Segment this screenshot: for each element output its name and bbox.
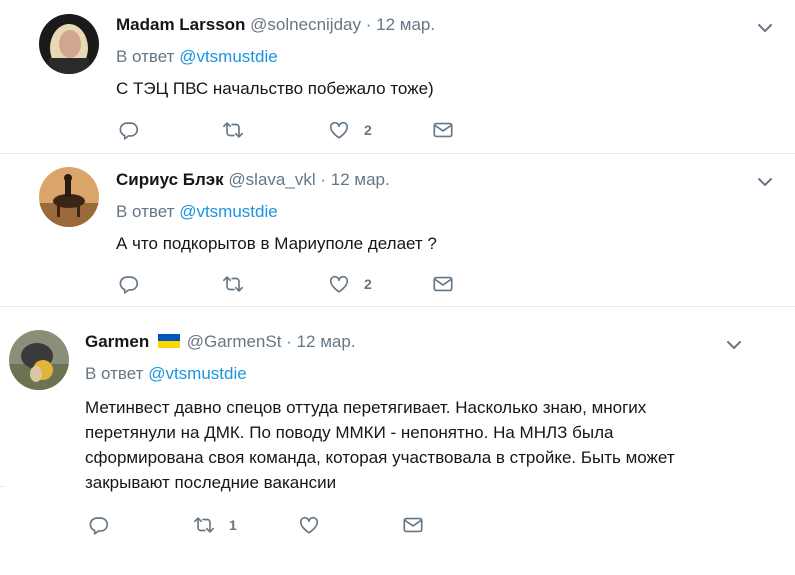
author-name[interactable]: Garmen bbox=[85, 332, 149, 351]
direct-message-button[interactable] bbox=[432, 272, 454, 296]
tweet-text-line: перетянули на ДМК. По поводу ММКИ - непо… bbox=[85, 423, 614, 442]
ukraine-flag-icon bbox=[157, 334, 180, 348]
chevron-down-icon[interactable] bbox=[724, 335, 744, 355]
author-handle[interactable]: @GarmenSt bbox=[187, 332, 282, 351]
heart-icon bbox=[328, 273, 350, 295]
retweet-icon bbox=[222, 273, 244, 295]
direct-message-button[interactable] bbox=[432, 118, 454, 142]
reply-icon bbox=[88, 514, 110, 536]
retweet-button[interactable] bbox=[222, 118, 258, 142]
reply-context: В ответ @vtsmustdie bbox=[85, 364, 247, 383]
envelope-icon bbox=[432, 273, 454, 295]
tweet-text: А что подкорытов в Мариуполе делает ? bbox=[116, 234, 437, 253]
author-name[interactable]: Сириус Блэк bbox=[116, 170, 224, 189]
tweet-text-line: закрывают последние вакансии bbox=[85, 473, 337, 492]
chevron-down-icon[interactable] bbox=[755, 18, 775, 38]
tweet-text: Метинвест давно спецов оттуда перетягива… bbox=[85, 395, 675, 495]
like-button[interactable]: 2 bbox=[328, 118, 372, 142]
avatar[interactable] bbox=[39, 14, 99, 74]
reply-icon bbox=[118, 273, 140, 295]
like-button[interactable] bbox=[298, 513, 334, 537]
retweet-button[interactable] bbox=[222, 272, 258, 296]
tweet-date[interactable]: 12 мар. bbox=[331, 170, 390, 189]
avatar[interactable] bbox=[9, 330, 69, 390]
tweet[interactable]: Garmen @GarmenSt · 12 мар. В ответ @vtsm… bbox=[0, 306, 795, 575]
retweet-count: 1 bbox=[229, 517, 237, 533]
heart-icon bbox=[298, 514, 320, 536]
reply-to-link[interactable]: @vtsmustdie bbox=[148, 364, 247, 383]
like-button[interactable]: 2 bbox=[328, 272, 372, 296]
tweet[interactable]: Madam Larsson @solnecnijday · 12 мар. В … bbox=[0, 0, 795, 153]
reply-button[interactable] bbox=[118, 272, 140, 296]
author-handle[interactable]: @solnecnijday bbox=[250, 15, 361, 34]
tweet-date[interactable]: 12 мар. bbox=[376, 15, 435, 34]
retweet-icon bbox=[222, 119, 244, 141]
reply-button[interactable] bbox=[88, 513, 110, 537]
like-count: 2 bbox=[364, 122, 372, 138]
retweet-icon bbox=[193, 514, 215, 536]
direct-message-button[interactable] bbox=[402, 513, 424, 537]
like-count: 2 bbox=[364, 276, 372, 292]
envelope-icon bbox=[432, 119, 454, 141]
author-name[interactable]: Madam Larsson bbox=[116, 15, 245, 34]
avatar[interactable] bbox=[39, 167, 99, 227]
reply-to-link[interactable]: @vtsmustdie bbox=[179, 47, 278, 66]
reply-icon bbox=[118, 119, 140, 141]
heart-icon bbox=[328, 119, 350, 141]
reply-context: В ответ @vtsmustdie bbox=[116, 47, 278, 66]
tweet-text-line: сформирована своя команда, которая участ… bbox=[85, 448, 675, 467]
reply-button[interactable] bbox=[118, 118, 140, 142]
retweet-button[interactable]: 1 bbox=[193, 513, 237, 537]
tweet-date[interactable]: 12 мар. bbox=[297, 332, 356, 351]
tweet-text-line: Метинвест давно спецов оттуда перетягива… bbox=[85, 398, 647, 417]
tweet[interactable]: Сириус Блэк @slava_vkl · 12 мар. В ответ… bbox=[0, 153, 795, 306]
divider bbox=[0, 486, 6, 487]
author-handle[interactable]: @slava_vkl bbox=[228, 170, 315, 189]
reply-to-link[interactable]: @vtsmustdie bbox=[179, 202, 278, 221]
tweet-text: С ТЭЦ ПВС начальство побежало тоже) bbox=[116, 79, 434, 98]
envelope-icon bbox=[402, 514, 424, 536]
reply-context: В ответ @vtsmustdie bbox=[116, 202, 278, 221]
chevron-down-icon[interactable] bbox=[755, 172, 775, 192]
